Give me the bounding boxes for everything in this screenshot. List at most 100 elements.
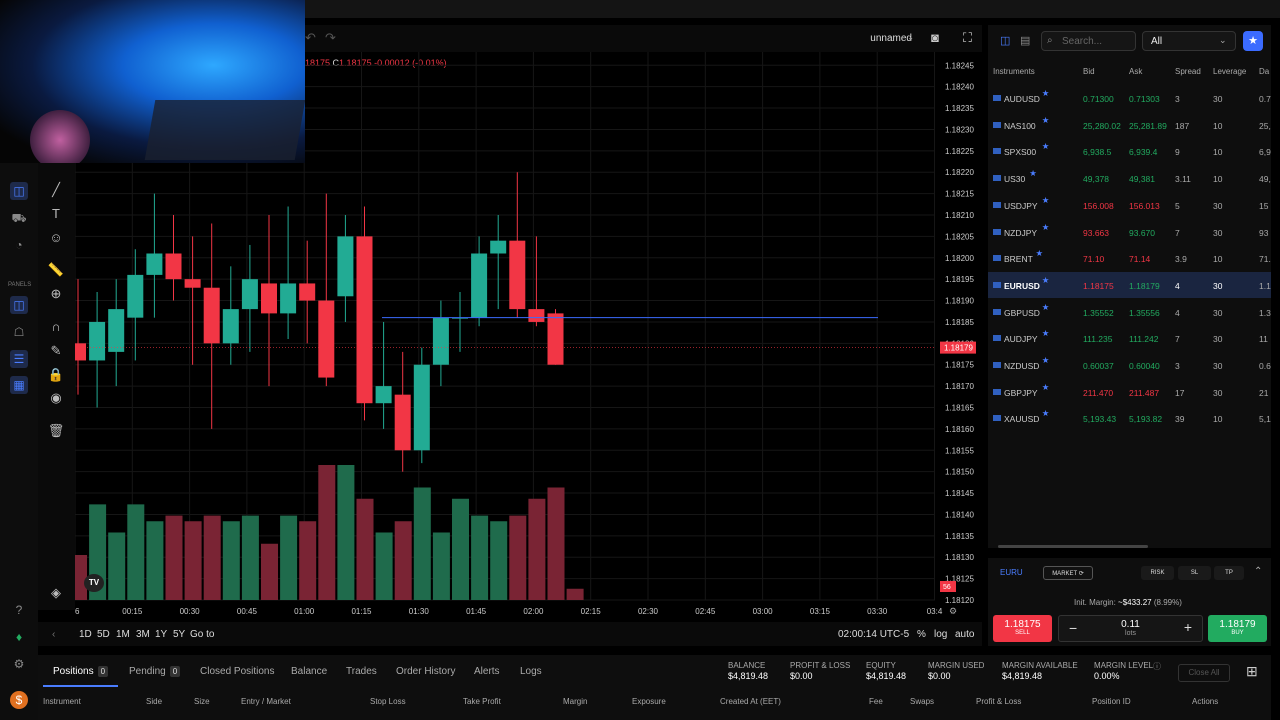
auto-toggle[interactable]: auto: [955, 629, 974, 640]
column-header[interactable]: Actions: [1192, 697, 1218, 706]
range-1y[interactable]: 1Y: [155, 629, 167, 640]
tab-trades[interactable]: Trades: [346, 666, 377, 677]
buy-button[interactable]: 1.18179 BUY: [1208, 615, 1267, 642]
favorite-star-icon[interactable]: ★: [1042, 275, 1050, 286]
watchlist-row[interactable]: NZDJPY ★ 93.663 93.670 7 30 93: [988, 219, 1271, 245]
favorite-star-icon[interactable]: ★: [1042, 328, 1050, 339]
percent-icon[interactable]: ◔: [10, 236, 28, 254]
watchlist-row[interactable]: NZDUSD ★ 0.60037 0.60040 3 30 0.6: [988, 352, 1271, 378]
column-header[interactable]: Swaps: [910, 697, 934, 706]
plus-icon[interactable]: +: [1184, 619, 1192, 635]
column-header[interactable]: Side: [146, 697, 162, 706]
col-bid[interactable]: Bid: [1083, 67, 1095, 76]
favorite-star-icon[interactable]: ★: [1042, 88, 1050, 99]
col-ask[interactable]: Ask: [1129, 67, 1142, 76]
favorite-star-icon[interactable]: ★: [1042, 222, 1050, 233]
col-instruments[interactable]: Instruments: [993, 67, 1035, 76]
column-header[interactable]: Profit & Loss: [976, 697, 1021, 706]
tab-order-history[interactable]: Order History: [396, 666, 455, 677]
camera-icon[interactable]: ◙: [931, 30, 939, 45]
watchlist-row[interactable]: AUDUSD ★ 0.71300 0.71303 3 30 0.7: [988, 85, 1271, 111]
column-header[interactable]: Created At (EET): [720, 697, 781, 706]
eye-icon[interactable]: ◉: [47, 389, 65, 407]
list-tab-icon[interactable]: ▤: [1020, 34, 1030, 47]
watchlist-row[interactable]: NAS100 ★ 25,280.02 25,281.89 187 10 25,: [988, 112, 1271, 138]
favorites-star-icon[interactable]: ★: [1243, 31, 1263, 51]
account-avatar[interactable]: $: [10, 691, 28, 709]
tab-logs[interactable]: Logs: [520, 666, 542, 677]
redo-icon[interactable]: ↷: [325, 30, 336, 46]
watchlist-row[interactable]: US30 ★ 49,378 49,381 3.11 10 49,: [988, 165, 1271, 191]
lots-stepper[interactable]: − 0.11 lots +: [1058, 615, 1203, 642]
tab-alerts[interactable]: Alerts: [474, 666, 500, 677]
favorite-star-icon[interactable]: ★: [1042, 302, 1050, 313]
watchlist-row[interactable]: BRENT ★ 71.10 71.14 3.9 10 71.: [988, 245, 1271, 271]
column-header[interactable]: Stop Loss: [370, 697, 406, 706]
tab-positions[interactable]: Positions 0: [53, 666, 109, 677]
range-5d[interactable]: 5D: [97, 629, 110, 640]
cart-icon[interactable]: ⛟: [10, 209, 28, 227]
favorite-star-icon[interactable]: ★: [1029, 168, 1037, 179]
fullscreen-icon[interactable]: ⛶: [963, 30, 972, 46]
chart-icon[interactable]: ◫: [10, 182, 28, 200]
favorite-star-icon[interactable]: ★: [1042, 141, 1050, 152]
range-1d[interactable]: 1D: [79, 629, 92, 640]
watchlist-row[interactable]: SPXS00 ★ 6,938.5 6,939.4 9 10 6,9: [988, 138, 1271, 164]
bot-icon[interactable]: ☖: [10, 323, 28, 341]
col-leverage[interactable]: Leverage: [1213, 67, 1246, 76]
layout-name[interactable]: unnamed: [870, 33, 912, 44]
column-header[interactable]: Exposure: [632, 697, 666, 706]
market-button[interactable]: MARKET ⟳: [1043, 566, 1093, 580]
column-header[interactable]: Take Profit: [463, 697, 501, 706]
favorite-star-icon[interactable]: ★: [1042, 408, 1050, 419]
favorite-star-icon[interactable]: ★: [1042, 195, 1050, 206]
watchlist-row[interactable]: EURUSD ★ 1.18175 1.18179 4 30 1.1: [988, 271, 1271, 298]
close-all-button[interactable]: Close All: [1178, 664, 1230, 682]
layers-icon[interactable]: ◈: [47, 584, 65, 602]
watchlist-icon[interactable]: ◫: [10, 296, 28, 314]
magnet-icon[interactable]: ∩: [47, 318, 65, 336]
tab-pending[interactable]: Pending 0: [129, 666, 181, 677]
goto-button[interactable]: Go to: [190, 629, 214, 640]
trendline-icon[interactable]: ╱: [47, 181, 65, 199]
favorite-star-icon[interactable]: ★: [1042, 382, 1050, 393]
eraser-icon[interactable]: ✎: [47, 342, 65, 360]
range-3m[interactable]: 3M: [136, 629, 150, 640]
column-header[interactable]: Size: [194, 697, 210, 706]
range-5y[interactable]: 5Y: [173, 629, 185, 640]
watchlist-row[interactable]: GBPUSD ★ 1.35552 1.35556 4 30 1.3: [988, 299, 1271, 325]
grid-layout-icon[interactable]: ⊞: [1246, 663, 1258, 680]
orders-icon[interactable]: ☰: [10, 350, 28, 368]
zoom-icon[interactable]: ⊕: [47, 285, 65, 303]
text-icon[interactable]: T: [47, 205, 65, 223]
tab-closed[interactable]: Closed Positions: [200, 666, 274, 677]
sell-button[interactable]: 1.18175 SELL: [993, 615, 1052, 642]
clock[interactable]: 02:00:14 UTC-5: [838, 629, 909, 640]
percent-toggle[interactable]: %: [917, 629, 926, 640]
favorite-star-icon[interactable]: ★: [1042, 115, 1050, 126]
watchlist-row[interactable]: GBPJPY ★ 211.470 211.487 17 30 21: [988, 379, 1271, 405]
tab-balance[interactable]: Balance: [291, 666, 327, 677]
trash-icon[interactable]: 🗑: [47, 422, 65, 440]
minus-icon[interactable]: −: [1069, 620, 1077, 636]
watchlist-row[interactable]: AUDJPY ★ 111.235 111.242 7 30 11: [988, 325, 1271, 351]
column-header[interactable]: Instrument: [43, 697, 81, 706]
ruler-icon[interactable]: 📏: [47, 261, 65, 279]
search-input[interactable]: Search...: [1041, 31, 1136, 51]
col-spread[interactable]: Spread: [1175, 67, 1201, 76]
collapse-icon[interactable]: ‹: [52, 629, 55, 640]
chevron-down-icon[interactable]: ⌄: [907, 33, 914, 42]
watchlist-row[interactable]: XAUUSD ★ 5,193.43 5,193.82 39 10 5,1: [988, 405, 1271, 431]
risk-button[interactable]: RISK: [1141, 566, 1174, 580]
favorite-star-icon[interactable]: ★: [1036, 248, 1044, 259]
lock-icon[interactable]: 🔒: [47, 366, 65, 384]
collapse-up-icon[interactable]: ⌃: [1254, 566, 1262, 577]
range-1m[interactable]: 1M: [116, 629, 130, 640]
tp-button[interactable]: TP: [1214, 566, 1244, 580]
favorite-star-icon[interactable]: ★: [1042, 355, 1050, 366]
sl-button[interactable]: SL: [1178, 566, 1211, 580]
log-toggle[interactable]: log: [934, 629, 947, 640]
diamond-icon[interactable]: ♦: [10, 628, 28, 646]
watchlist-tab-icon[interactable]: ◫: [1000, 34, 1010, 47]
col-daily[interactable]: Da: [1259, 67, 1269, 76]
